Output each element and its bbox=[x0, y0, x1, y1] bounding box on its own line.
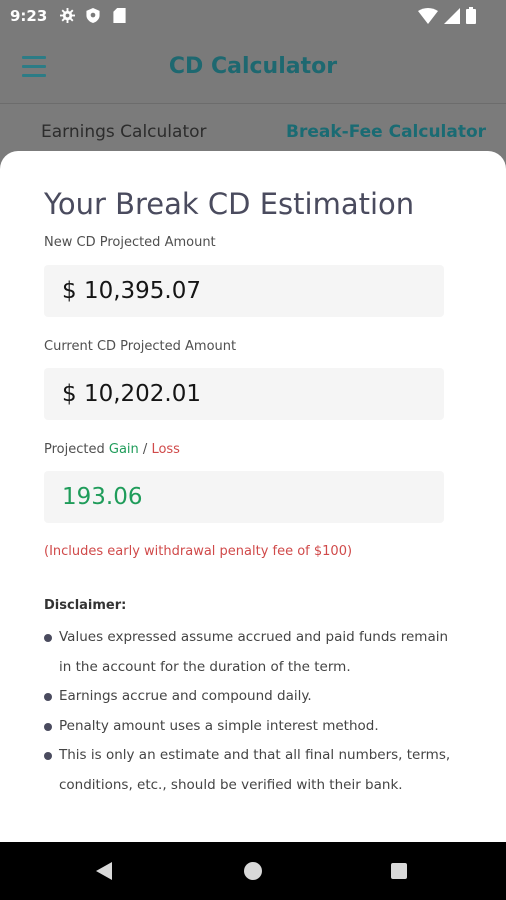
tab-earnings-calculator[interactable]: Earnings Calculator bbox=[41, 122, 207, 142]
disclaimer-heading: Disclaimer: bbox=[44, 598, 127, 613]
disclaimer-text: Penalty amount uses a simple interest me… bbox=[59, 717, 379, 734]
loss-word: Loss bbox=[151, 442, 180, 457]
sd-card-icon bbox=[113, 8, 126, 23]
app-title: CD Calculator bbox=[168, 54, 338, 79]
new-cd-value: $ 10,395.07 bbox=[62, 278, 201, 304]
home-icon[interactable] bbox=[244, 862, 262, 880]
projected-field: 193.06 bbox=[44, 471, 444, 523]
estimation-sheet: Your Break CD Estimation New CD Projecte… bbox=[0, 151, 506, 842]
recents-icon[interactable] bbox=[391, 863, 407, 879]
projected-value: 193.06 bbox=[62, 484, 143, 510]
bullet-icon bbox=[44, 752, 52, 760]
disclaimer-text: Earnings accrue and compound daily. bbox=[59, 688, 312, 704]
battery-icon bbox=[466, 7, 476, 24]
navigation-bar bbox=[0, 842, 506, 900]
bullet-icon bbox=[44, 634, 52, 642]
status-bar: 9:23 bbox=[0, 0, 506, 32]
status-time: 9:23 bbox=[10, 7, 48, 25]
penalty-note: (Includes early withdrawal penalty fee o… bbox=[44, 544, 353, 559]
bullet-icon bbox=[44, 693, 52, 701]
sheet-title: Your Break CD Estimation bbox=[44, 187, 415, 221]
projected-label-prefix: Projected bbox=[44, 442, 109, 457]
disclaimer-item: Penalty amount uses a simple interest me… bbox=[44, 712, 464, 742]
disclaimer-text: This is only an estimate and that all fi… bbox=[59, 747, 451, 793]
disclaimer-list: Values expressed assume accrued and paid… bbox=[44, 623, 464, 800]
disclaimer-item: Values expressed assume accrued and paid… bbox=[44, 623, 464, 682]
gain-word: Gain bbox=[108, 442, 139, 457]
current-cd-label: Current CD Projected Amount bbox=[44, 339, 237, 354]
bullet-icon bbox=[44, 722, 52, 731]
disclaimer-item: Earnings accrue and compound daily. bbox=[44, 682, 464, 712]
signal-icon bbox=[444, 8, 460, 24]
current-cd-field: $ 10,202.01 bbox=[44, 368, 444, 420]
new-cd-field: $ 10,395.07 bbox=[44, 265, 444, 317]
tab-break-fee-calculator[interactable]: Break-Fee Calculator bbox=[286, 122, 486, 142]
app-bar: CD Calculator bbox=[0, 32, 506, 104]
shield-icon bbox=[86, 8, 100, 23]
new-cd-label: New CD Projected Amount bbox=[44, 235, 216, 250]
projected-separator: / bbox=[138, 442, 152, 457]
current-cd-value: $ 10,202.01 bbox=[62, 381, 201, 407]
disclaimer-text: Values expressed assume accrued and paid… bbox=[59, 629, 449, 675]
wifi-icon bbox=[418, 8, 438, 24]
back-icon[interactable] bbox=[96, 862, 112, 880]
gear-icon bbox=[60, 8, 75, 23]
disclaimer-item: This is only an estimate and that all fi… bbox=[44, 741, 464, 800]
projected-label: Projected Gain / Loss bbox=[44, 442, 180, 457]
